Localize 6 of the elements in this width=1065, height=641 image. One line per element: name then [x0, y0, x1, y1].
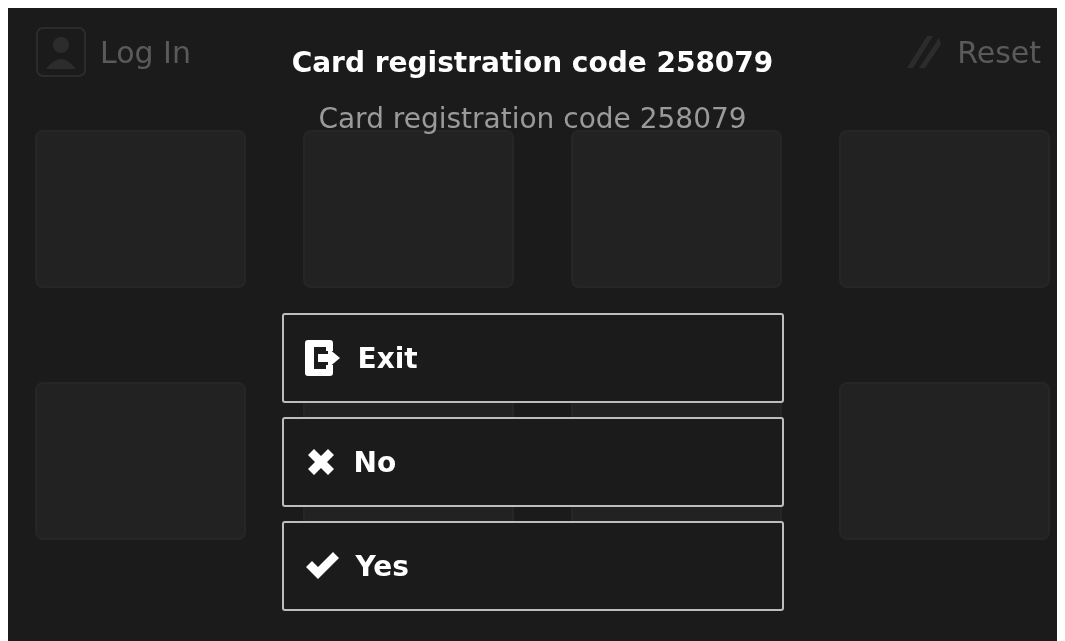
dialog-message: Card registration code 258079 [318, 102, 747, 135]
exit-icon [303, 338, 342, 378]
no-button[interactable]: No [281, 417, 784, 507]
dialog-title: Card registration code 258079 [291, 46, 774, 81]
yes-button[interactable]: Yes [281, 521, 784, 611]
exit-button[interactable]: Exit [281, 313, 784, 403]
